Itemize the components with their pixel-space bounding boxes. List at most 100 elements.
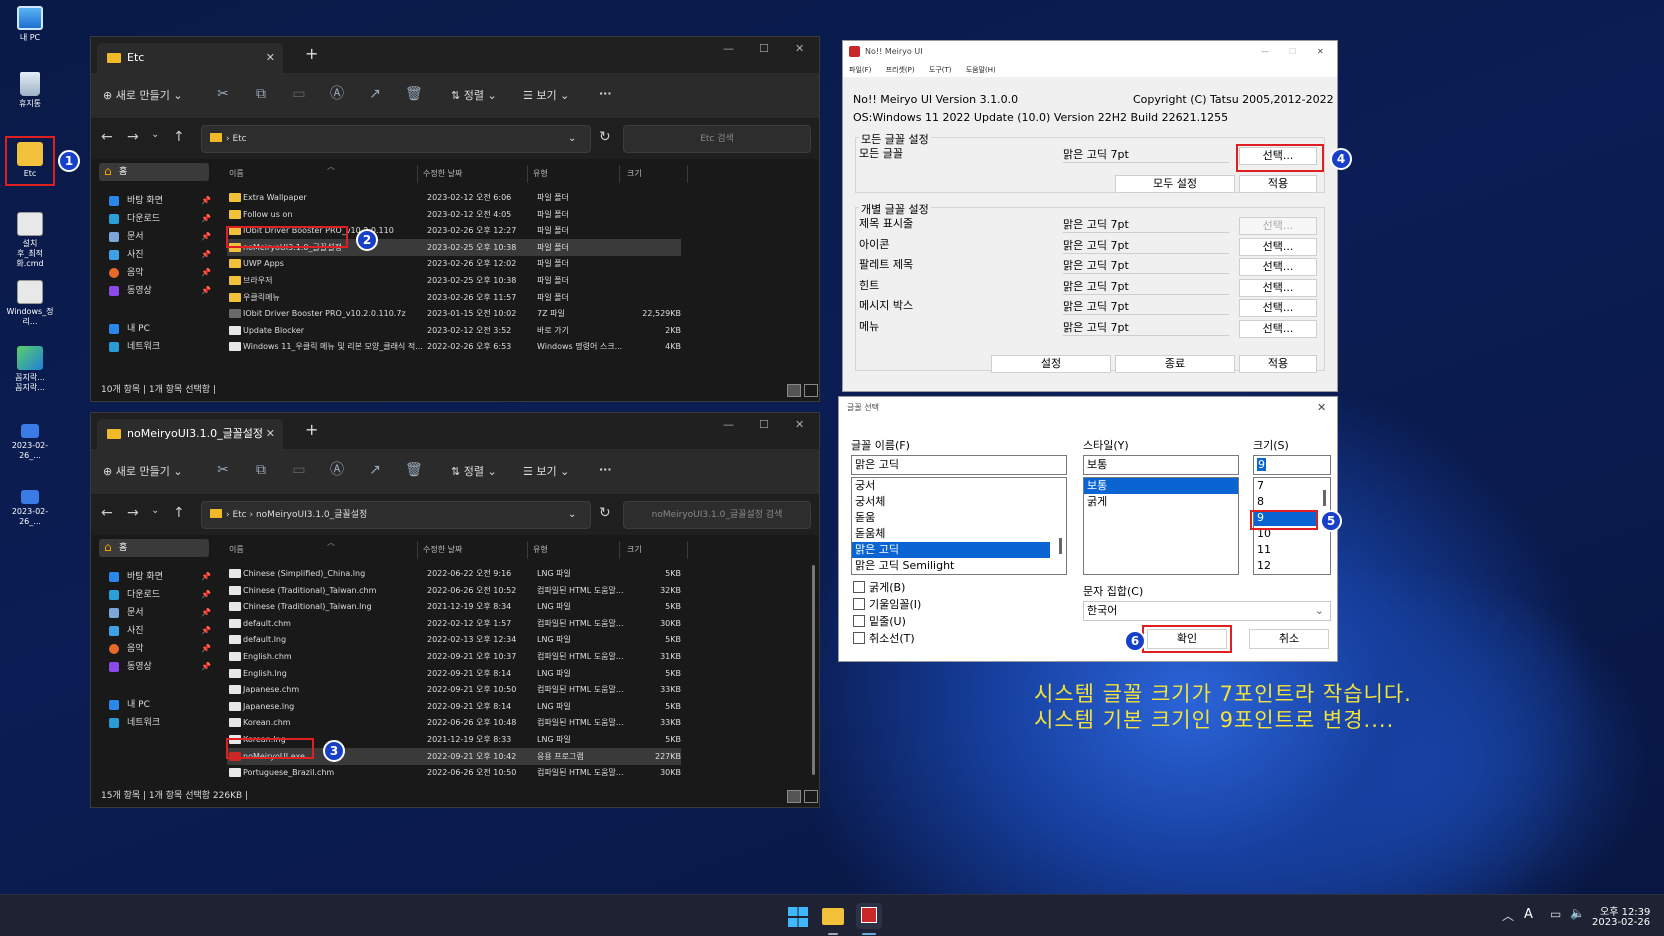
desktop-icon-screenshot-1[interactable]: 2023-02-26_...: [4, 424, 56, 461]
column-header-size[interactable]: 크기: [627, 541, 642, 559]
input-language-indicator[interactable]: A: [1524, 907, 1533, 922]
column-header-date[interactable]: 수정한 날짜: [423, 165, 462, 183]
style-list[interactable]: 보통 굵게: [1083, 477, 1239, 575]
list-scrollbar[interactable]: [1059, 538, 1062, 554]
list-item[interactable]: 굵게: [1084, 494, 1238, 510]
nomeiryo-taskbar-icon[interactable]: [856, 903, 882, 929]
nav-documents[interactable]: 문서 📌: [109, 605, 213, 621]
new-tab-icon[interactable]: +: [305, 420, 318, 439]
refresh-icon[interactable]: ↻: [599, 129, 611, 145]
font-item-select-button[interactable]: 선택...: [1239, 237, 1317, 256]
nav-home[interactable]: 홈: [99, 538, 209, 557]
large-icons-view-icon[interactable]: [804, 790, 818, 803]
close-window-icon[interactable]: ✕: [1317, 397, 1326, 419]
file-explorer-taskbar-icon[interactable]: [822, 908, 844, 925]
address-bar[interactable]: › Etc › noMeiryoUI3.1.0_글꼴설정 ⌄: [201, 501, 591, 529]
apply-all-button[interactable]: 적용: [1239, 175, 1317, 193]
file-row[interactable]: English.chm 2022-09-21 오후 10:37 컴파일된 HTML …: [227, 648, 681, 665]
address-dropdown-icon[interactable]: ⌄: [568, 126, 576, 152]
minimize-icon[interactable]: —: [723, 42, 734, 55]
copy-icon[interactable]: ⧉: [253, 462, 269, 478]
details-view-icon[interactable]: [787, 384, 801, 397]
file-row[interactable]: Japanese.lng 2022-09-21 오후 8:14 LNG 파일 5KB: [227, 698, 681, 715]
font-item-select-button[interactable]: 선택...: [1239, 299, 1317, 318]
desktop-icon-shortcut[interactable]: 꼼지락... 꼼지락...: [4, 346, 56, 393]
list-scrollbar[interactable]: [1323, 490, 1326, 506]
share-icon[interactable]: ↗: [367, 462, 383, 478]
file-row[interactable]: IObit Driver Booster PRO_v10.2.0.110.7z 2…: [227, 305, 681, 322]
maximize-icon[interactable]: ☐: [759, 42, 769, 55]
clock-date[interactable]: 2023-02-26: [1592, 917, 1650, 928]
nav-network[interactable]: 네트워크: [109, 715, 213, 731]
list-item[interactable]: 맑은 고딕 Semilight: [852, 558, 1066, 574]
network-icon[interactable]: ▭: [1550, 907, 1561, 921]
forward-arrow-icon[interactable]: →: [127, 505, 139, 521]
menu-tools[interactable]: 도구(T): [929, 66, 952, 74]
maximize-icon[interactable]: ☐: [759, 418, 769, 431]
view-button[interactable]: ☰ 보기 ⌄: [523, 87, 569, 103]
new-button[interactable]: ⊕ 새로 만들기 ⌄: [103, 87, 183, 103]
nav-desktop[interactable]: 바탕 화면 📌: [109, 569, 213, 585]
search-input[interactable]: noMeiryoUI3.1.0_글꼴설정 검색: [623, 501, 811, 529]
more-options-button[interactable]: ···: [599, 87, 612, 100]
close-window-icon[interactable]: ✕: [795, 42, 804, 55]
back-arrow-icon[interactable]: ←: [101, 129, 113, 145]
list-item[interactable]: 맑은 고딕: [852, 542, 1050, 558]
more-options-button[interactable]: ···: [599, 463, 612, 476]
list-item[interactable]: 12: [1254, 558, 1330, 574]
file-row[interactable]: Extra Wallpaper 2023-02-12 오전 6:06 파일 폴더: [227, 189, 681, 206]
forward-arrow-icon[interactable]: →: [127, 129, 139, 145]
view-button[interactable]: ☰ 보기 ⌄: [523, 463, 569, 479]
file-row[interactable]: Chinese (Traditional)_Taiwan.chm 2022-06-…: [227, 582, 681, 599]
column-header-type[interactable]: 유형: [533, 165, 548, 183]
nav-downloads[interactable]: 다운로드 📌: [109, 211, 213, 227]
nav-desktop[interactable]: 바탕 화면 📌: [109, 193, 213, 209]
list-item[interactable]: 궁서체: [852, 494, 1066, 510]
list-item[interactable]: 보통: [1084, 478, 1238, 494]
volume-icon[interactable]: 🔈: [1570, 906, 1585, 920]
address-bar[interactable]: › Etc ⌄: [201, 125, 591, 153]
column-header-date[interactable]: 수정한 날짜: [423, 541, 462, 559]
apply-individual-button[interactable]: 적용: [1239, 355, 1317, 373]
address-dropdown-icon[interactable]: ⌄: [568, 502, 576, 528]
list-item[interactable]: 궁서: [852, 478, 1066, 494]
menu-file[interactable]: 파일(F): [849, 66, 871, 74]
set-all-button[interactable]: 모두 설정: [1115, 175, 1235, 193]
desktop-icon-my-pc[interactable]: 내 PC: [4, 6, 56, 43]
file-row[interactable]: Japanese.chm 2022-09-21 오후 10:50 컴파일된 HTML…: [227, 681, 681, 698]
recent-chevron-icon[interactable]: ⌄: [151, 505, 159, 516]
exit-button[interactable]: 종료: [1115, 355, 1235, 373]
file-row[interactable]: default.chm 2022-02-12 오후 1:57 컴파일된 HTML 도…: [227, 615, 681, 632]
list-item[interactable]: 돋움체: [852, 526, 1066, 542]
file-row[interactable]: Korean.chm 2022-06-26 오후 10:48 컴파일된 HTML 도…: [227, 714, 681, 731]
desktop-icon-recycle-bin[interactable]: 휴지통: [4, 72, 56, 109]
file-row[interactable]: Portuguese_Brazil.chm 2022-06-26 오전 10:50…: [227, 764, 681, 781]
tab-nomeiryo[interactable]: noMeiryoUI3.1.0_글꼴설정 ✕: [97, 419, 283, 449]
nav-videos[interactable]: 동영상 📌: [109, 283, 213, 299]
recent-chevron-icon[interactable]: ⌄: [151, 129, 159, 140]
nav-downloads[interactable]: 다운로드 📌: [109, 587, 213, 603]
file-row[interactable]: Follow us on 2023-02-12 오전 4:05 파일 폴더: [227, 206, 681, 223]
up-arrow-icon[interactable]: ↑: [173, 129, 185, 145]
nav-videos[interactable]: 동영상 📌: [109, 659, 213, 675]
rename-icon[interactable]: Ⓐ: [329, 86, 345, 102]
file-row[interactable]: Update Blocker 2023-02-12 오전 3:52 바로 가기 2KB: [227, 322, 681, 339]
desktop-icon-setup-cmd[interactable]: 설치 후_최적화.cmd: [4, 212, 56, 269]
paste-icon[interactable]: ▭: [291, 86, 307, 102]
cut-icon[interactable]: ✂: [215, 86, 231, 102]
vertical-scrollbar[interactable]: [812, 565, 815, 775]
font-name-input[interactable]: 맑은 고딕: [851, 455, 1067, 475]
delete-icon[interactable]: 🗑: [405, 86, 423, 102]
search-input[interactable]: Etc 검색: [623, 125, 811, 153]
file-row[interactable]: Windows 11_우클릭 메뉴 및 리본 모양_클래식 적... 2022-0…: [227, 338, 681, 355]
cut-icon[interactable]: ✂: [215, 462, 231, 478]
clock-time[interactable]: 오후 12:39: [1600, 903, 1650, 918]
column-header-name[interactable]: 이름: [229, 541, 244, 559]
sort-button[interactable]: ⇅ 정렬 ⌄: [451, 87, 497, 103]
file-row[interactable]: 브라우저 2023-02-25 오후 10:38 파일 폴더: [227, 272, 681, 289]
details-view-icon[interactable]: [787, 790, 801, 803]
nav-home[interactable]: 홈: [99, 162, 209, 181]
nav-documents[interactable]: 문서 📌: [109, 229, 213, 245]
refresh-icon[interactable]: ↻: [599, 505, 611, 521]
file-row[interactable]: 우클릭메뉴 2023-02-26 오후 11:57 파일 폴더: [227, 289, 681, 306]
